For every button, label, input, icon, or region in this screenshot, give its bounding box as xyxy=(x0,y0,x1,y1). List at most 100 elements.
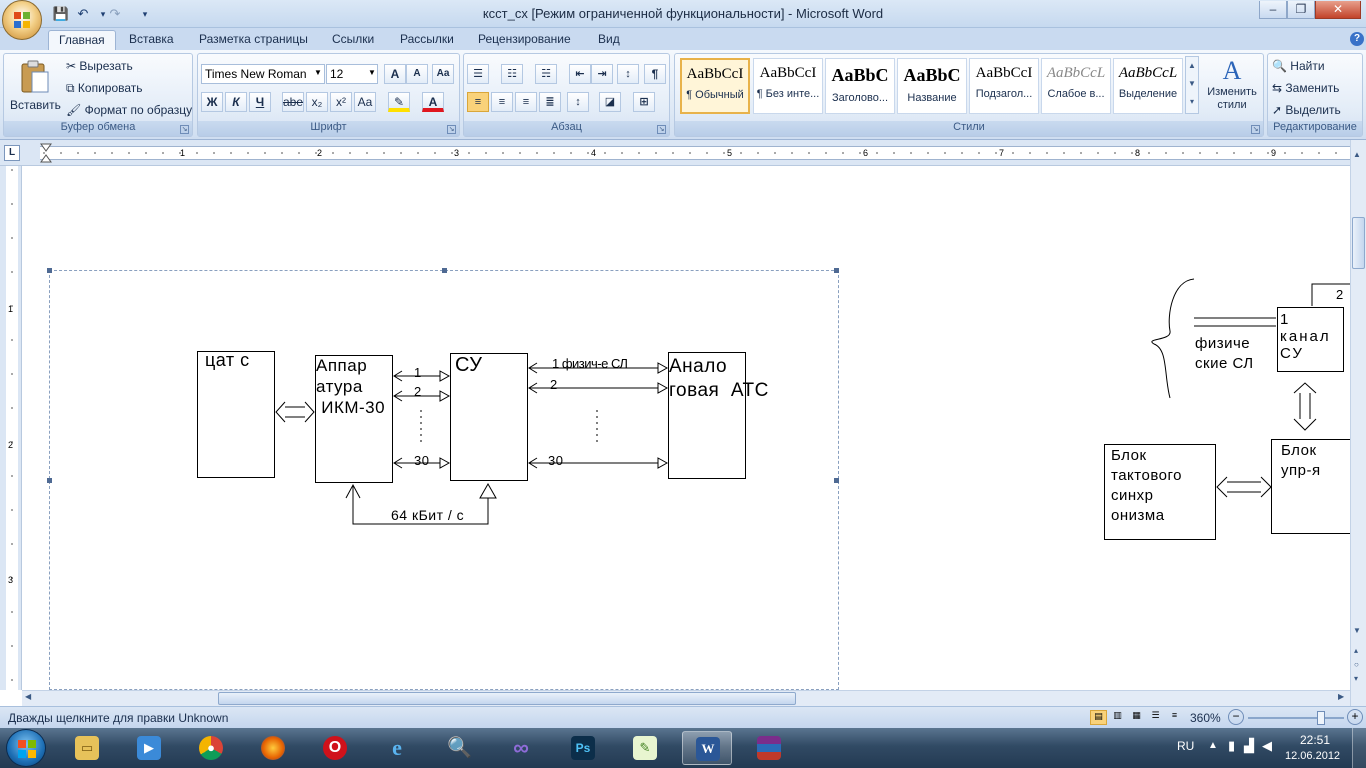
style-no-spacing[interactable]: AaBbCcI ¶ Без инте... xyxy=(753,58,823,114)
zoom-slider-track[interactable] xyxy=(1248,717,1344,719)
outline-icon[interactable]: ☰ xyxy=(1147,710,1164,725)
zoom-level[interactable]: 360% xyxy=(1190,711,1221,725)
notepad-plus-taskbar-icon[interactable]: ✎ xyxy=(620,731,670,765)
style-subtitle[interactable]: AaBbCcI Подзагол... xyxy=(969,58,1039,114)
style-emphasis[interactable]: AaBbCcL Выделение xyxy=(1113,58,1183,114)
undo-icon[interactable]: ↶ xyxy=(74,5,92,23)
vertical-scroll-thumb[interactable] xyxy=(1352,217,1365,269)
help-icon[interactable]: ? xyxy=(1350,32,1364,46)
scroll-down-icon[interactable]: ▼ xyxy=(1353,626,1361,635)
start-button[interactable] xyxy=(6,729,46,767)
numbering-icon[interactable]: ☷ xyxy=(501,64,523,84)
line-spacing-icon[interactable]: ↕ xyxy=(567,92,589,112)
show-desktop-button[interactable] xyxy=(1352,728,1366,768)
italic-button[interactable]: К xyxy=(225,92,247,112)
indent-marker-icon[interactable] xyxy=(40,143,52,163)
clock-time[interactable]: 22:51 xyxy=(1300,733,1330,747)
change-case-button[interactable]: Aa xyxy=(354,92,376,112)
next-page-icon[interactable]: ▾ xyxy=(1354,674,1358,683)
paragraph-launcher-icon[interactable]: ↘ xyxy=(657,125,666,134)
font-size-dropdown-icon[interactable]: ▼ xyxy=(368,68,376,77)
minimize-button[interactable]: ‒ xyxy=(1259,1,1287,19)
explorer-taskbar-icon[interactable]: ▭ xyxy=(62,731,112,765)
ie-taskbar-icon[interactable]: e xyxy=(372,731,422,765)
underline-button[interactable]: Ч xyxy=(249,92,271,112)
style-normal[interactable]: AaBbCcI ¶ Обычный xyxy=(680,58,750,114)
decrease-indent-icon[interactable]: ⇤ xyxy=(569,64,591,84)
redo-icon[interactable]: ↷ xyxy=(106,5,124,23)
double-arrow-vertical[interactable] xyxy=(1293,382,1317,431)
scroll-up-icon[interactable]: ▲ xyxy=(1353,150,1361,159)
vertical-ruler[interactable]: 1 2 3 xyxy=(0,166,22,690)
superscript-button[interactable]: x² xyxy=(330,92,352,112)
tab-view[interactable]: Вид xyxy=(588,30,630,50)
format-painter-button[interactable]: 🖌 Формат по образцу xyxy=(66,103,192,117)
search-tool-taskbar-icon[interactable]: 🔍 xyxy=(434,731,484,765)
grow-font-button[interactable]: A xyxy=(384,64,406,84)
borders-icon[interactable]: ⊞ xyxy=(633,92,655,112)
double-arrow[interactable] xyxy=(275,401,315,423)
align-center-icon[interactable]: ≡ xyxy=(491,92,513,112)
word-taskbar-icon[interactable]: W xyxy=(682,731,732,765)
customize-icon[interactable]: ▾ xyxy=(136,5,154,23)
prev-page-icon[interactable]: ▴ xyxy=(1354,646,1358,655)
style-heading[interactable]: AaBbC Заголово... xyxy=(825,58,895,114)
winrar-taskbar-icon[interactable] xyxy=(744,731,794,765)
office-button[interactable] xyxy=(2,0,42,40)
media-player-taskbar-icon[interactable]: ▶ xyxy=(124,731,174,765)
sort-icon[interactable]: ↕ xyxy=(617,64,639,84)
document-page[interactable]: цат с Аппар атура ИКМ-30 СУ Анало говая … xyxy=(22,166,1350,690)
visual-studio-taskbar-icon[interactable]: ∞ xyxy=(496,731,546,765)
subscript-button[interactable]: x₂ xyxy=(306,92,328,112)
zoom-in-icon[interactable]: + xyxy=(1347,709,1363,725)
styles-scroll[interactable]: ▲ ▼ ▾ xyxy=(1185,56,1199,114)
multilevel-list-icon[interactable]: ☵ xyxy=(535,64,557,84)
save-icon[interactable]: 💾 xyxy=(52,5,70,23)
tab-home[interactable]: Главная xyxy=(48,30,116,50)
style-subtle-emphasis[interactable]: AaBbCcL Слабое в... xyxy=(1041,58,1111,114)
font-name-select[interactable]: Times New Roman xyxy=(201,64,325,84)
horizontal-scrollbar[interactable]: ◀ ▶ xyxy=(22,690,1350,706)
justify-icon[interactable]: ≣ xyxy=(539,92,561,112)
font-color-icon[interactable]: A xyxy=(422,92,444,112)
photoshop-taskbar-icon[interactable]: Ps xyxy=(558,731,608,765)
styles-launcher-icon[interactable]: ↘ xyxy=(1251,125,1260,134)
horizontal-ruler[interactable]: L 1 2 3 4 5 6 7 8 9 xyxy=(0,140,1366,166)
tab-mailings[interactable]: Рассылки xyxy=(390,30,464,50)
change-styles-button[interactable]: A Изменить стили xyxy=(1202,56,1262,118)
strikethrough-button[interactable]: abe xyxy=(282,92,304,112)
style-title[interactable]: AaBbC Название xyxy=(897,58,967,114)
clock-date[interactable]: 12.06.2012 xyxy=(1285,750,1340,762)
vertical-scrollbar[interactable]: ▲ ▼ ▴ ○ ▾ xyxy=(1350,140,1366,706)
select-button[interactable]: ➚ Выделить xyxy=(1272,103,1341,117)
copy-button[interactable]: ⧉ Копировать xyxy=(66,81,143,96)
maximize-button[interactable]: ❐ xyxy=(1287,1,1315,19)
tab-insert[interactable]: Вставка xyxy=(119,30,184,50)
clipboard-launcher-icon[interactable]: ↘ xyxy=(180,125,189,134)
chrome-taskbar-icon[interactable]: ● xyxy=(186,731,236,765)
horizontal-scroll-thumb[interactable] xyxy=(218,692,796,705)
zoom-out-icon[interactable]: − xyxy=(1228,709,1244,725)
web-layout-icon[interactable]: ▦ xyxy=(1128,710,1145,725)
volume-icon[interactable]: ◀ xyxy=(1262,738,1272,754)
language-indicator[interactable]: RU xyxy=(1177,739,1194,753)
fullscreen-reading-icon[interactable]: ▥ xyxy=(1109,710,1126,725)
battery-icon[interactable]: ▮ xyxy=(1228,738,1235,754)
tab-page-layout[interactable]: Разметка страницы xyxy=(189,30,318,50)
scroll-left-icon[interactable]: ◀ xyxy=(25,692,31,701)
font-name-dropdown-icon[interactable]: ▼ xyxy=(314,68,322,77)
increase-indent-icon[interactable]: ⇥ xyxy=(591,64,613,84)
double-arrow[interactable] xyxy=(1216,476,1272,498)
print-layout-icon[interactable]: ▤ xyxy=(1090,710,1107,725)
network-icon[interactable]: ▟ xyxy=(1244,738,1254,754)
find-button[interactable]: 🔍 Найти xyxy=(1272,59,1325,73)
paste-button[interactable]: Вставить xyxy=(10,58,61,118)
clear-format-button[interactable]: Aa xyxy=(432,64,454,84)
font-launcher-icon[interactable]: ↘ xyxy=(447,125,456,134)
bullets-icon[interactable]: ☰ xyxy=(467,64,489,84)
zoom-slider-thumb[interactable] xyxy=(1317,711,1325,725)
opera-taskbar-icon[interactable]: O xyxy=(310,731,360,765)
shrink-font-button[interactable]: A xyxy=(406,64,428,84)
show-hidden-icons-icon[interactable]: ▲ xyxy=(1208,740,1218,751)
scroll-right-icon[interactable]: ▶ xyxy=(1338,692,1344,701)
